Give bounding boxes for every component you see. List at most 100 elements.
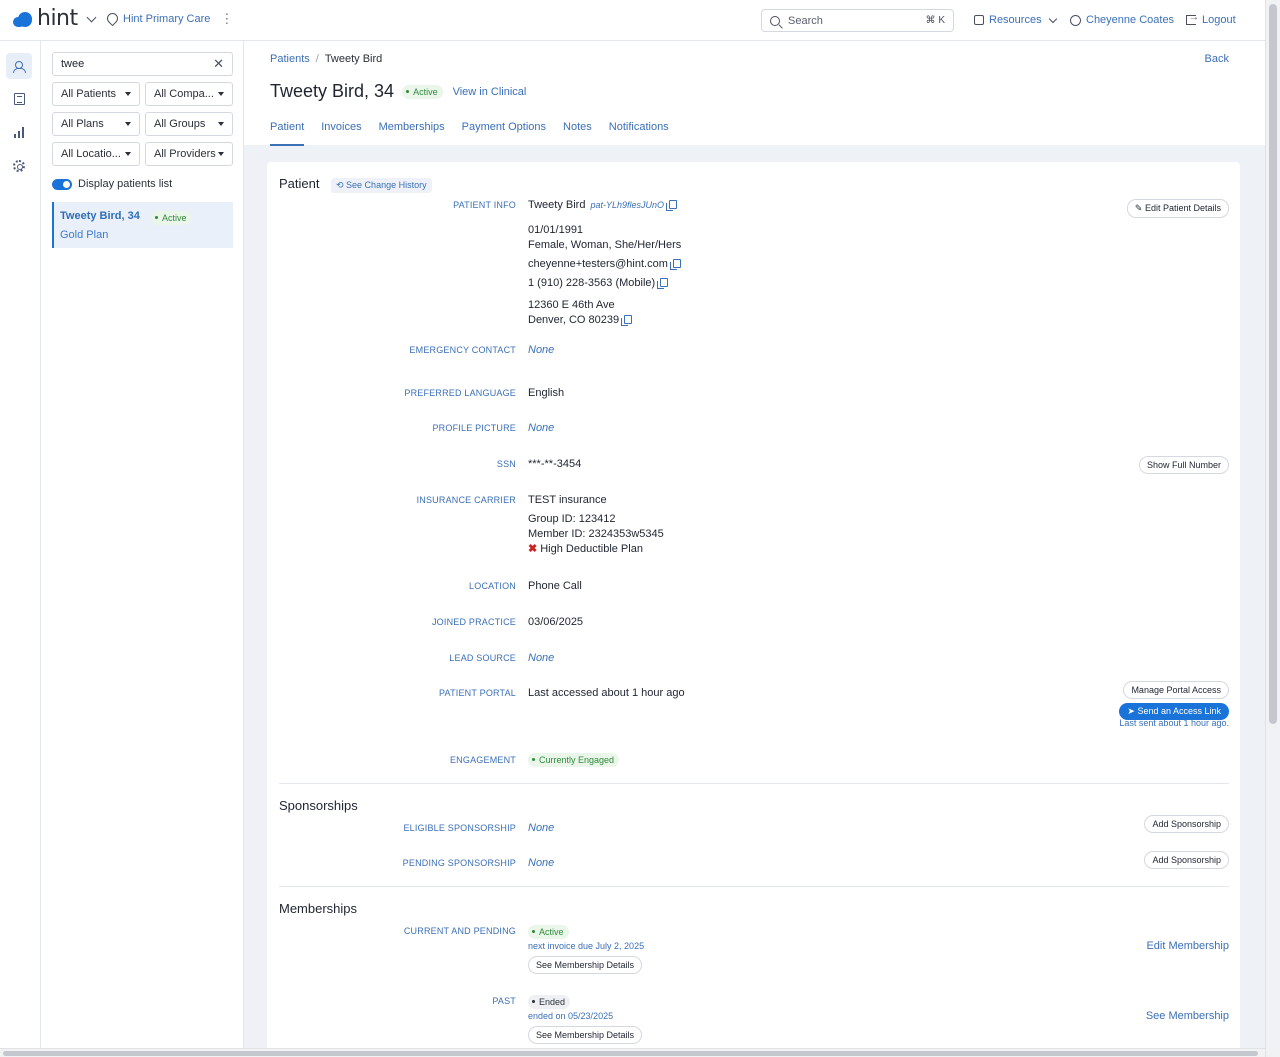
patient-search-input[interactable]: twee ✕: [52, 52, 233, 76]
more-options-icon[interactable]: ⋮: [220, 12, 233, 25]
patient-name-row: Tweety Bird pat-YLh9flesJUnO: [528, 199, 678, 211]
patient-address-line2: Denver, CO 80239: [528, 314, 620, 326]
add-pending-sponsorship-button[interactable]: Add Sponsorship: [1144, 851, 1229, 869]
user-name: Cheyenne Coates: [1086, 14, 1175, 26]
patient-search-value: twee: [61, 58, 85, 70]
user-icon: [1070, 14, 1081, 26]
copy-icon[interactable]: [669, 259, 681, 270]
copy-icon[interactable]: [666, 200, 678, 211]
dropdown-value: All Groups: [154, 118, 206, 130]
logout-icon: [1186, 12, 1199, 25]
memberships-section-title: Memberships: [279, 901, 358, 916]
label-ssn: SSN: [496, 459, 516, 469]
scroll-thumb[interactable]: [1269, 4, 1277, 724]
tab-patient[interactable]: Patient: [270, 121, 305, 146]
location-value: Phone Call: [528, 580, 582, 592]
section-divider: [279, 783, 1229, 784]
help-icon: [974, 15, 984, 25]
plans-filter-dropdown[interactable]: All Plans: [52, 112, 140, 136]
main-content: Patients / Tweety Bird Back Tweety Bird, 3…: [244, 41, 1265, 1048]
manage-portal-access-button[interactable]: Manage Portal Access: [1123, 681, 1229, 699]
see-membership-link[interactable]: See Membership: [1146, 1010, 1229, 1022]
label-current-pending: CURRENT AND PENDING: [403, 926, 516, 936]
insurance-carrier-value: TEST insurance: [528, 494, 607, 506]
tab-invoices[interactable]: Invoices: [321, 121, 361, 146]
see-membership-details-button[interactable]: See Membership Details: [528, 956, 643, 974]
resources-menu[interactable]: Resources: [974, 14, 1057, 26]
copy-icon[interactable]: [657, 278, 669, 289]
patient-list-name: Tweety Bird, 34: [60, 210, 140, 222]
edit-patient-label: Edit Patient Details: [1144, 203, 1221, 213]
show-full-number-button[interactable]: Show Full Number: [1138, 456, 1229, 474]
patient-list-plan: Gold Plan: [60, 228, 109, 241]
label-pending-sponsorship: PENDING SPONSORSHIP: [402, 858, 516, 868]
status-text: Active: [413, 86, 438, 97]
back-link[interactable]: Back: [1205, 53, 1229, 65]
tab-notifications[interactable]: Notifications: [609, 121, 669, 146]
companies-filter-dropdown[interactable]: All Compa...: [145, 82, 233, 106]
change-history-link[interactable]: ⟲ See Change History: [331, 178, 432, 193]
practice-selector[interactable]: Hint Primary Care ⋮: [107, 12, 233, 25]
see-past-membership-details-button[interactable]: See Membership Details: [528, 1026, 643, 1044]
label-past: PAST: [492, 996, 516, 1006]
ended-badge: Ended: [528, 994, 571, 1009]
locations-filter-dropdown[interactable]: All Locatio...: [52, 142, 140, 166]
breadcrumb-current: Tweety Bird: [324, 53, 383, 65]
view-in-clinical-link[interactable]: View in Clinical: [453, 86, 527, 98]
user-menu[interactable]: Cheyenne Coates: [1070, 14, 1174, 26]
nav-patients[interactable]: [6, 53, 32, 79]
logout-label: Logout: [1202, 14, 1236, 26]
ssn-value: ***-**-3454: [528, 458, 582, 470]
tab-payment-options[interactable]: Payment Options: [462, 121, 546, 146]
logout-link[interactable]: Logout: [1186, 12, 1236, 26]
display-list-toggle[interactable]: [52, 178, 72, 190]
engagement-text: Currently Engaged: [539, 754, 615, 765]
dropdown-value: All Providers: [154, 148, 216, 160]
dropdown-value: All Compa...: [154, 88, 214, 100]
search-placeholder: Search: [788, 14, 823, 27]
patient-address-line1: 12360 E 46th Ave: [528, 299, 615, 311]
breadcrumb-patients[interactable]: Patients: [270, 53, 310, 65]
patient-detail-card: Patient ⟲ See Change History ✎ Edit Pati…: [267, 162, 1240, 1048]
nav-reports[interactable]: [6, 119, 32, 145]
copy-icon[interactable]: [621, 315, 633, 326]
patient-list-item[interactable]: Tweety Bird, 34 Active Gold Plan: [52, 202, 233, 248]
label-preferred-language: PREFERRED LANGUAGE: [404, 388, 516, 398]
ended-on-note: ended on 05/23/2025: [528, 1011, 614, 1021]
insurance-member-id: Member ID: 2324353w5345: [528, 528, 664, 540]
lead-source-value: None: [528, 652, 555, 664]
vertical-scrollbar[interactable]: [1265, 0, 1280, 1057]
dropdown-value: All Plans: [61, 118, 104, 130]
patient-email: cheyenne+testers@hint.com: [528, 258, 668, 270]
nav-rail: [0, 41, 41, 1048]
patient-gender: Female, Woman, She/Her/Hers: [528, 239, 682, 251]
providers-filter-dropdown[interactable]: All Providers: [145, 142, 233, 166]
horizontal-scrollbar[interactable]: [0, 1048, 1265, 1057]
tab-notes[interactable]: Notes: [563, 121, 592, 146]
chevron-down-icon[interactable]: [86, 12, 97, 22]
nav-ledger[interactable]: [6, 86, 32, 112]
nav-settings[interactable]: [6, 153, 32, 179]
close-icon[interactable]: ✕: [213, 56, 224, 72]
insurance-group-id: Group ID: 123412: [528, 513, 616, 525]
hint-logo[interactable]: hint: [13, 6, 97, 31]
breadcrumb: Patients / Tweety Bird: [270, 53, 383, 65]
resources-label: Resources: [989, 14, 1042, 26]
tab-memberships[interactable]: Memberships: [379, 121, 445, 146]
logo-text: hint: [37, 6, 78, 31]
section-divider: [279, 886, 1229, 887]
joined-practice-value: 03/06/2025: [528, 616, 584, 628]
global-search[interactable]: Search ⌘ K: [761, 9, 954, 32]
groups-filter-dropdown[interactable]: All Groups: [145, 112, 233, 136]
patients-filter-dropdown[interactable]: All Patients: [52, 82, 140, 106]
users-icon: [13, 60, 26, 73]
label-emergency-contact: EMERGENCY CONTACT: [409, 345, 516, 355]
status-badge: Active: [528, 924, 569, 939]
edit-membership-link[interactable]: Edit Membership: [1146, 940, 1229, 952]
scroll-thumb[interactable]: [3, 1051, 1258, 1056]
add-eligible-sponsorship-button[interactable]: Add Sponsorship: [1144, 815, 1229, 833]
profile-picture-value: None: [528, 422, 555, 434]
edit-patient-button[interactable]: ✎ Edit Patient Details: [1126, 199, 1229, 218]
chevron-down-icon: [1048, 14, 1057, 23]
label-engagement: ENGAGEMENT: [449, 755, 516, 765]
